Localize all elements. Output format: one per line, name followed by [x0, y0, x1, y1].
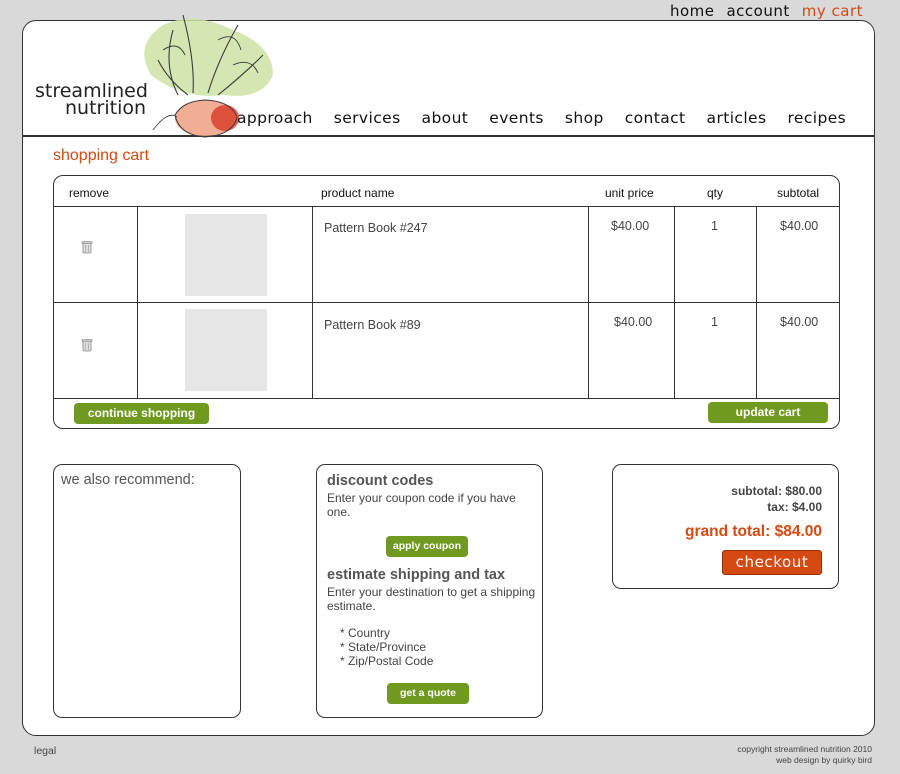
field-country: * Country: [340, 626, 391, 640]
column-divider: [588, 206, 589, 398]
product-name[interactable]: Pattern Book #247: [324, 221, 428, 235]
product-name[interactable]: Pattern Book #89: [324, 318, 421, 332]
subtotal-text: subtotal: $80.00: [731, 484, 822, 498]
table-divider: [54, 206, 839, 207]
unit-price: $40.00: [614, 315, 653, 329]
unit-price: $40.00: [611, 219, 650, 233]
trash-can-icon[interactable]: [80, 240, 94, 254]
logo-line-2: nutrition: [65, 97, 147, 119]
column-divider: [137, 206, 138, 398]
recommend-title: we also recommend:: [61, 472, 195, 488]
shipping-title: estimate shipping and tax: [327, 567, 506, 583]
totals-box: subtotal: $80.00 tax: $4.00 grand total:…: [612, 464, 839, 589]
utility-nav: home account my cart: [670, 2, 863, 20]
quantity[interactable]: 1: [711, 315, 718, 329]
header-product-name: product name: [321, 186, 395, 200]
tax-text: tax: $4.00: [767, 500, 822, 514]
recommend-box: we also recommend:: [53, 464, 241, 718]
nav-approach[interactable]: approach: [237, 109, 313, 127]
home-link[interactable]: home: [670, 2, 715, 20]
trash-can-icon[interactable]: [80, 338, 94, 352]
design-credit: web design by quirky bird: [776, 755, 872, 765]
product-thumbnail[interactable]: [185, 214, 267, 296]
nav-recipes[interactable]: recipes: [787, 109, 846, 127]
header-subtotal: subtotal: [777, 186, 820, 200]
update-cart-button[interactable]: update cart: [708, 402, 828, 423]
my-cart-link[interactable]: my cart: [802, 2, 863, 20]
nav-events[interactable]: events: [489, 109, 544, 127]
discount-box: discount codes Enter your coupon code if…: [316, 464, 543, 718]
copyright-text: copyright streamlined nutrition 2010: [737, 744, 872, 754]
table-divider: [54, 398, 839, 399]
row-subtotal: $40.00: [780, 315, 819, 329]
quantity[interactable]: 1: [711, 219, 718, 233]
nav-articles[interactable]: articles: [707, 109, 767, 127]
table-divider: [54, 302, 839, 303]
get-a-quote-button[interactable]: get a quote: [387, 683, 469, 704]
product-thumbnail[interactable]: [185, 309, 267, 391]
row-subtotal: $40.00: [780, 219, 819, 233]
cart-table: remove product name unit price qty subto…: [53, 175, 840, 429]
continue-shopping-button[interactable]: continue shopping: [74, 403, 209, 424]
nav-about[interactable]: about: [422, 109, 469, 127]
field-state: * State/Province: [340, 640, 427, 654]
nav-services[interactable]: services: [334, 109, 401, 127]
page-title: shopping cart: [53, 147, 150, 164]
header-unit-price: unit price: [605, 186, 654, 200]
discount-text: Enter your coupon code if you have one.: [327, 491, 516, 519]
header-qty: qty: [707, 186, 724, 200]
header-remove: remove: [69, 186, 110, 200]
footer-credits: copyright streamlined nutrition 2010 web…: [737, 744, 872, 766]
column-divider: [756, 206, 757, 398]
column-divider: [674, 206, 675, 398]
nav-shop[interactable]: shop: [565, 109, 604, 127]
main-card: streamlined nutrition approach services …: [22, 14, 875, 736]
checkout-button[interactable]: checkout: [722, 550, 822, 575]
apply-coupon-button[interactable]: apply coupon: [386, 536, 468, 557]
column-divider: [312, 206, 313, 398]
main-nav: approach services about events shop cont…: [237, 109, 846, 127]
grand-total-text: grand total: $84.00: [685, 523, 822, 540]
legal-link[interactable]: legal: [34, 745, 56, 757]
field-zip: * Zip/Postal Code: [340, 654, 434, 668]
nav-contact[interactable]: contact: [625, 109, 686, 127]
discount-title: discount codes: [327, 473, 434, 489]
account-link[interactable]: account: [726, 2, 789, 20]
shipping-text: Enter your destination to get a shipping…: [327, 585, 536, 613]
site-logo[interactable]: streamlined nutrition: [35, 82, 148, 119]
